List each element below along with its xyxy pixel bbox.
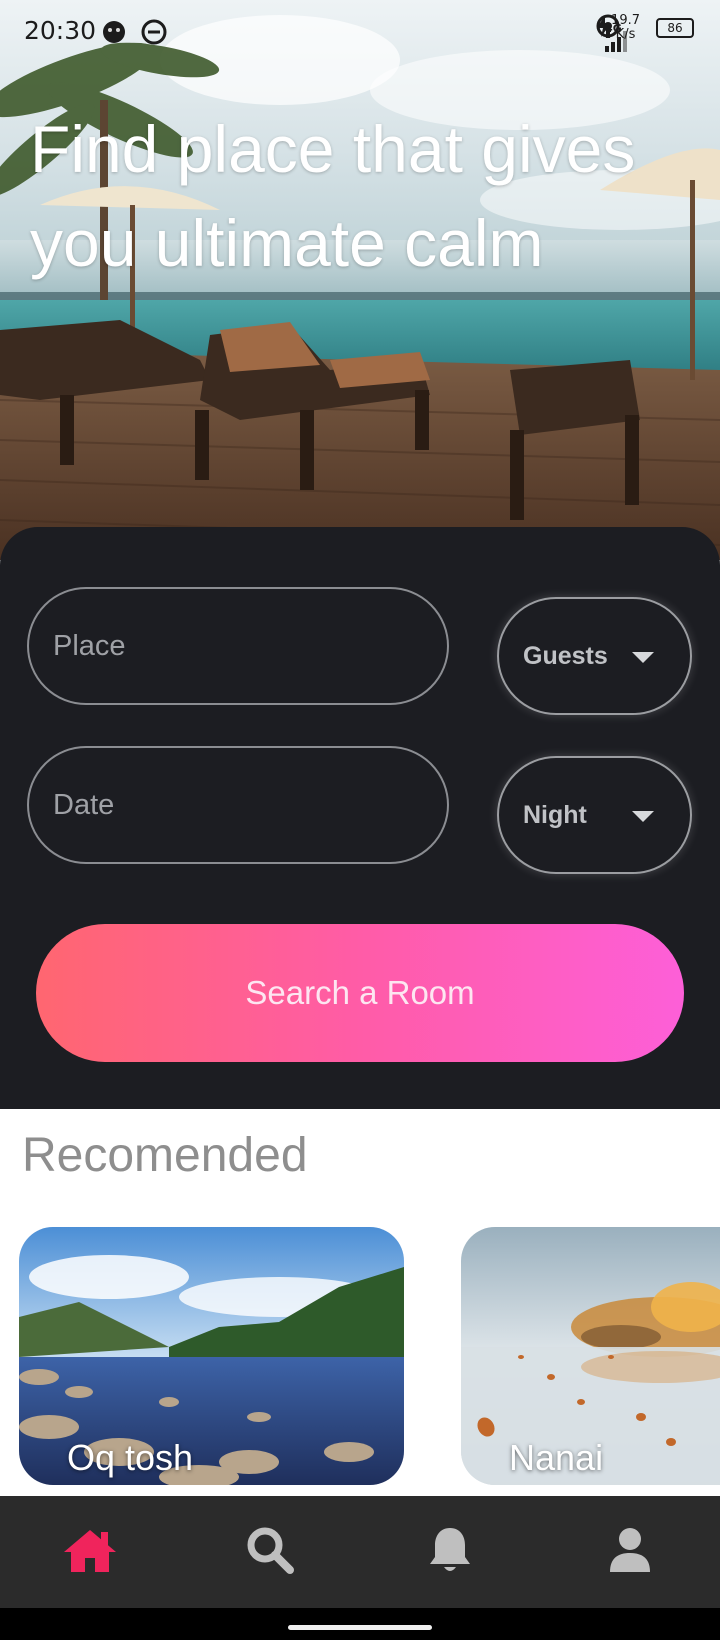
battery-level: 86 (667, 21, 683, 35)
search-room-button[interactable]: Search a Room (36, 924, 684, 1062)
recommended-card[interactable]: Nanai (461, 1227, 720, 1485)
status-bar: 20:30 4G 19.7 K/s 86 (0, 0, 720, 64)
card-label: Oq tosh (67, 1437, 194, 1478)
nav-search[interactable] (234, 1514, 306, 1586)
hero-image: 20:30 4G 19.7 K/s 86 Find place that giv… (0, 0, 720, 560)
battery-icon: 86 (656, 18, 694, 38)
profile-icon (610, 1528, 650, 1572)
nav-profile[interactable] (594, 1514, 666, 1586)
date-input[interactable] (53, 788, 447, 822)
card-label: Nanai (509, 1437, 604, 1478)
guests-label: Guests (523, 641, 608, 670)
chevron-down-icon (632, 811, 654, 822)
guests-dropdown[interactable]: Guests (497, 597, 692, 715)
home-icon (64, 1530, 116, 1572)
search-panel: Guests Night Search a Room (0, 527, 720, 1109)
night-dropdown[interactable]: Night (497, 756, 692, 874)
place-field[interactable] (27, 587, 449, 705)
recommended-card[interactable]: Oq tosh (19, 1227, 404, 1485)
recommended-title: Recomended (22, 1129, 308, 1182)
hero-title: Find place that gives you ultimate calm (30, 112, 636, 280)
place-input[interactable] (53, 629, 447, 663)
system-gesture-bar (0, 1608, 720, 1640)
search-icon (247, 1527, 294, 1574)
status-icons: 4G 19.7 K/s 86 (595, 14, 694, 52)
status-time: 20:30 (24, 16, 97, 45)
bottom-navigation (0, 1496, 720, 1608)
home-gesture-handle[interactable] (288, 1625, 432, 1630)
nav-notifications[interactable] (414, 1514, 486, 1586)
bell-icon (430, 1528, 470, 1571)
nav-home[interactable] (54, 1514, 126, 1586)
night-label: Night (523, 800, 587, 829)
chevron-down-icon (632, 652, 654, 663)
date-field[interactable] (27, 746, 449, 864)
